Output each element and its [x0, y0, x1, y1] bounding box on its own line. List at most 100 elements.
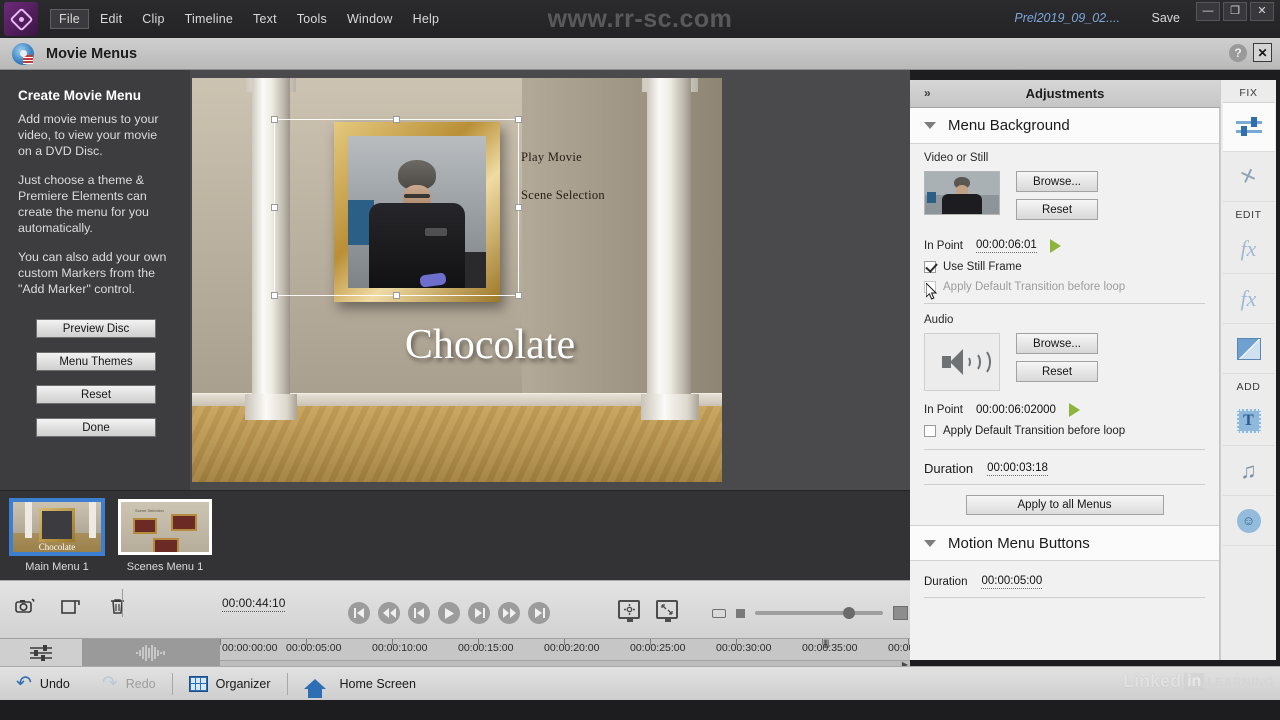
- thumbnail-main-menu[interactable]: Chocolate Main Menu 1: [10, 499, 104, 580]
- rail-item-effects[interactable]: fx: [1222, 224, 1275, 274]
- resize-handle-bottom-right[interactable]: [515, 292, 522, 299]
- preview-view-controls[interactable]: [618, 600, 678, 622]
- undo-button[interactable]: ↶ Undo: [0, 667, 86, 701]
- current-timecode[interactable]: 00:00:44:10: [222, 596, 286, 612]
- zoom-slider-handle[interactable]: [843, 607, 855, 619]
- menu-button-play-movie[interactable]: Play Movie: [521, 150, 582, 165]
- thumbnail-scenes-menu-label: Scenes Menu 1: [126, 561, 204, 573]
- chevron-down-icon[interactable]: [924, 122, 936, 129]
- menu-item-window[interactable]: Window: [338, 9, 402, 29]
- video-browse-button[interactable]: Browse...: [1016, 171, 1098, 192]
- menu-item-tools[interactable]: Tools: [288, 9, 336, 29]
- home-screen-button[interactable]: Home Screen: [288, 667, 432, 701]
- resize-handle-top-center[interactable]: [392, 116, 400, 123]
- rewind-icon[interactable]: [378, 602, 400, 624]
- play-icon[interactable]: [438, 602, 460, 624]
- audio-in-point-value[interactable]: 00:00:06:02000: [976, 404, 1056, 417]
- timeline-ruler[interactable]: 00:00:00:00 00:00:05:00 00:00:10:00 00:0…: [220, 638, 943, 661]
- audio-waveform-icon[interactable]: [82, 639, 220, 667]
- menu-item-file[interactable]: File: [50, 9, 89, 29]
- adjustments-sliders-icon: [1235, 117, 1262, 137]
- menu-item-timeline[interactable]: Timeline: [176, 9, 242, 29]
- zoom-slider[interactable]: [755, 607, 883, 619]
- section-header-motion-menu-buttons[interactable]: Motion Menu Buttons: [910, 525, 1219, 561]
- video-still-thumbnail[interactable]: [924, 171, 1000, 215]
- save-button[interactable]: Save: [1152, 11, 1181, 25]
- use-still-frame-row[interactable]: Use Still Frame: [924, 261, 1205, 273]
- menu-themes-button[interactable]: Menu Themes: [36, 352, 156, 371]
- step-back-icon[interactable]: [408, 602, 430, 624]
- menu-item-edit[interactable]: Edit: [91, 9, 131, 29]
- resize-handle-top-left[interactable]: [271, 116, 278, 123]
- go-to-start-icon[interactable]: [348, 602, 370, 624]
- rail-item-fx[interactable]: fx: [1222, 274, 1275, 324]
- resize-handle-middle-left[interactable]: [271, 203, 278, 211]
- menu-preview-canvas[interactable]: Play Movie Scene Selection Chocolate: [192, 78, 722, 482]
- rail-item-titles[interactable]: T: [1222, 396, 1275, 446]
- audio-preview-play-icon[interactable]: [1068, 403, 1080, 417]
- apply-to-all-menus-button[interactable]: Apply to all Menus: [965, 495, 1164, 515]
- step-forward-icon[interactable]: [468, 602, 490, 624]
- resize-handle-bottom-left[interactable]: [271, 292, 278, 299]
- done-button[interactable]: Done: [36, 418, 156, 437]
- resize-handle-middle-right[interactable]: [515, 203, 522, 211]
- zoom-in-icon[interactable]: [893, 606, 908, 620]
- resize-handle-top-right[interactable]: [515, 116, 522, 123]
- resize-handle-bottom-center[interactable]: [392, 292, 400, 299]
- tools-wrench-icon: ✕: [1237, 163, 1261, 191]
- video-transition-row[interactable]: Apply Default Transition before loop: [924, 281, 1205, 293]
- fast-forward-icon[interactable]: [498, 602, 520, 624]
- close-button[interactable]: ✕: [1250, 2, 1274, 21]
- zoom-controls[interactable]: [712, 606, 908, 620]
- redo-button[interactable]: ↷ Redo: [86, 667, 172, 701]
- rail-item-music[interactable]: ♫: [1222, 446, 1275, 496]
- menu-bar[interactable]: File Edit Clip Timeline Text Tools Windo…: [50, 9, 448, 29]
- thumbnail-scenes-menu[interactable]: Scene Selection Scenes Menu 1: [118, 499, 212, 580]
- mixer-icon[interactable]: [0, 639, 82, 667]
- audio-transition-checkbox[interactable]: [924, 425, 936, 437]
- premiere-elements-logo-icon: [4, 2, 38, 36]
- rail-item-graphics[interactable]: ☺: [1222, 496, 1275, 546]
- minimize-button[interactable]: —: [1196, 2, 1220, 21]
- rail-item-adjustments[interactable]: [1222, 102, 1275, 152]
- help-icon[interactable]: ?: [1229, 43, 1247, 62]
- window-controls[interactable]: — ❐ ✕: [1196, 2, 1274, 21]
- audio-reset-button[interactable]: Reset: [1016, 361, 1098, 382]
- preview-disc-button[interactable]: Preview Disc: [36, 319, 156, 338]
- video-preview-play-icon[interactable]: [1049, 239, 1061, 253]
- use-still-frame-checkbox[interactable]: [924, 261, 936, 273]
- audio-browse-button[interactable]: Browse...: [1016, 333, 1098, 354]
- video-in-point-value[interactable]: 00:00:06:01: [976, 239, 1037, 253]
- organizer-button[interactable]: Organizer: [173, 667, 287, 701]
- menu-title-text[interactable]: Chocolate: [340, 321, 640, 369]
- menu-item-help[interactable]: Help: [404, 9, 449, 29]
- video-or-still-label: Video or Still: [924, 152, 989, 164]
- video-reset-button[interactable]: Reset: [1016, 199, 1098, 220]
- chevron-down-icon-2[interactable]: [924, 539, 936, 547]
- duplicate-icon[interactable]: [60, 595, 82, 617]
- reset-button[interactable]: Reset: [36, 385, 156, 404]
- zoom-step-icon[interactable]: [736, 608, 745, 618]
- render-settings-icon[interactable]: [618, 600, 640, 622]
- audio-thumbnail[interactable]: [924, 333, 1000, 391]
- menu-button-scene-selection[interactable]: Scene Selection: [521, 188, 605, 203]
- rail-item-tools[interactable]: ✕: [1222, 152, 1275, 202]
- motion-duration-value[interactable]: 00:00:05:00: [981, 575, 1043, 589]
- thumbnail-scenes-menu-image: Scene Selection: [118, 499, 212, 555]
- go-to-end-icon[interactable]: [528, 602, 550, 624]
- selection-rectangle[interactable]: [271, 116, 522, 299]
- menu-item-text[interactable]: Text: [244, 9, 286, 29]
- menu-item-clip[interactable]: Clip: [133, 9, 173, 29]
- section-header-menu-background[interactable]: Menu Background: [910, 108, 1219, 144]
- rail-item-transitions[interactable]: [1222, 324, 1275, 374]
- menu-duration-value[interactable]: 00:00:03:18: [987, 462, 1048, 476]
- zoom-out-icon[interactable]: [712, 608, 726, 618]
- maximize-button[interactable]: ❐: [1223, 2, 1247, 21]
- camera-snapshot-icon[interactable]: [14, 595, 36, 617]
- close-panel-icon[interactable]: ✕: [1253, 43, 1272, 62]
- collapse-panel-icon[interactable]: »: [924, 86, 931, 100]
- trash-icon[interactable]: [106, 595, 128, 617]
- audio-transition-row[interactable]: Apply Default Transition before loop: [924, 425, 1205, 437]
- transport-controls[interactable]: [348, 602, 550, 624]
- fit-to-screen-icon[interactable]: [656, 600, 678, 622]
